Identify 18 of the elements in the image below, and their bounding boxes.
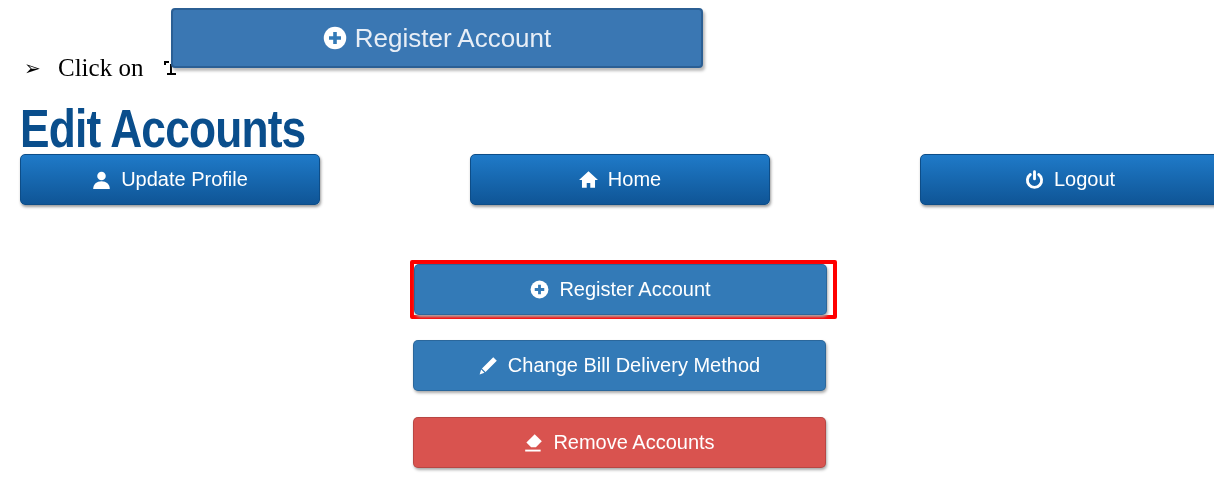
instruction-text: Click on bbox=[58, 54, 145, 82]
plus-circle-icon bbox=[530, 280, 550, 299]
home-icon bbox=[578, 170, 598, 189]
action-button[interactable]: Register Account bbox=[414, 264, 827, 315]
cursor-icon bbox=[163, 60, 179, 76]
page-title: Edit Accounts bbox=[20, 102, 306, 154]
action-button[interactable]: Remove Accounts bbox=[413, 417, 826, 468]
button-label: Register Account bbox=[354, 22, 552, 54]
action-button[interactable]: Change Bill Delivery Method bbox=[413, 340, 826, 391]
eraser-icon bbox=[524, 433, 544, 452]
plus-circle-icon bbox=[322, 26, 347, 50]
pencil-icon bbox=[478, 356, 498, 375]
user-icon bbox=[92, 170, 112, 189]
nav-button[interactable]: Logout bbox=[920, 154, 1214, 205]
nav-button[interactable]: Update Profile bbox=[20, 154, 320, 205]
power-icon bbox=[1024, 170, 1044, 189]
bullet-arrow: ➢ bbox=[24, 56, 42, 80]
nav-button[interactable]: Home bbox=[470, 154, 770, 205]
